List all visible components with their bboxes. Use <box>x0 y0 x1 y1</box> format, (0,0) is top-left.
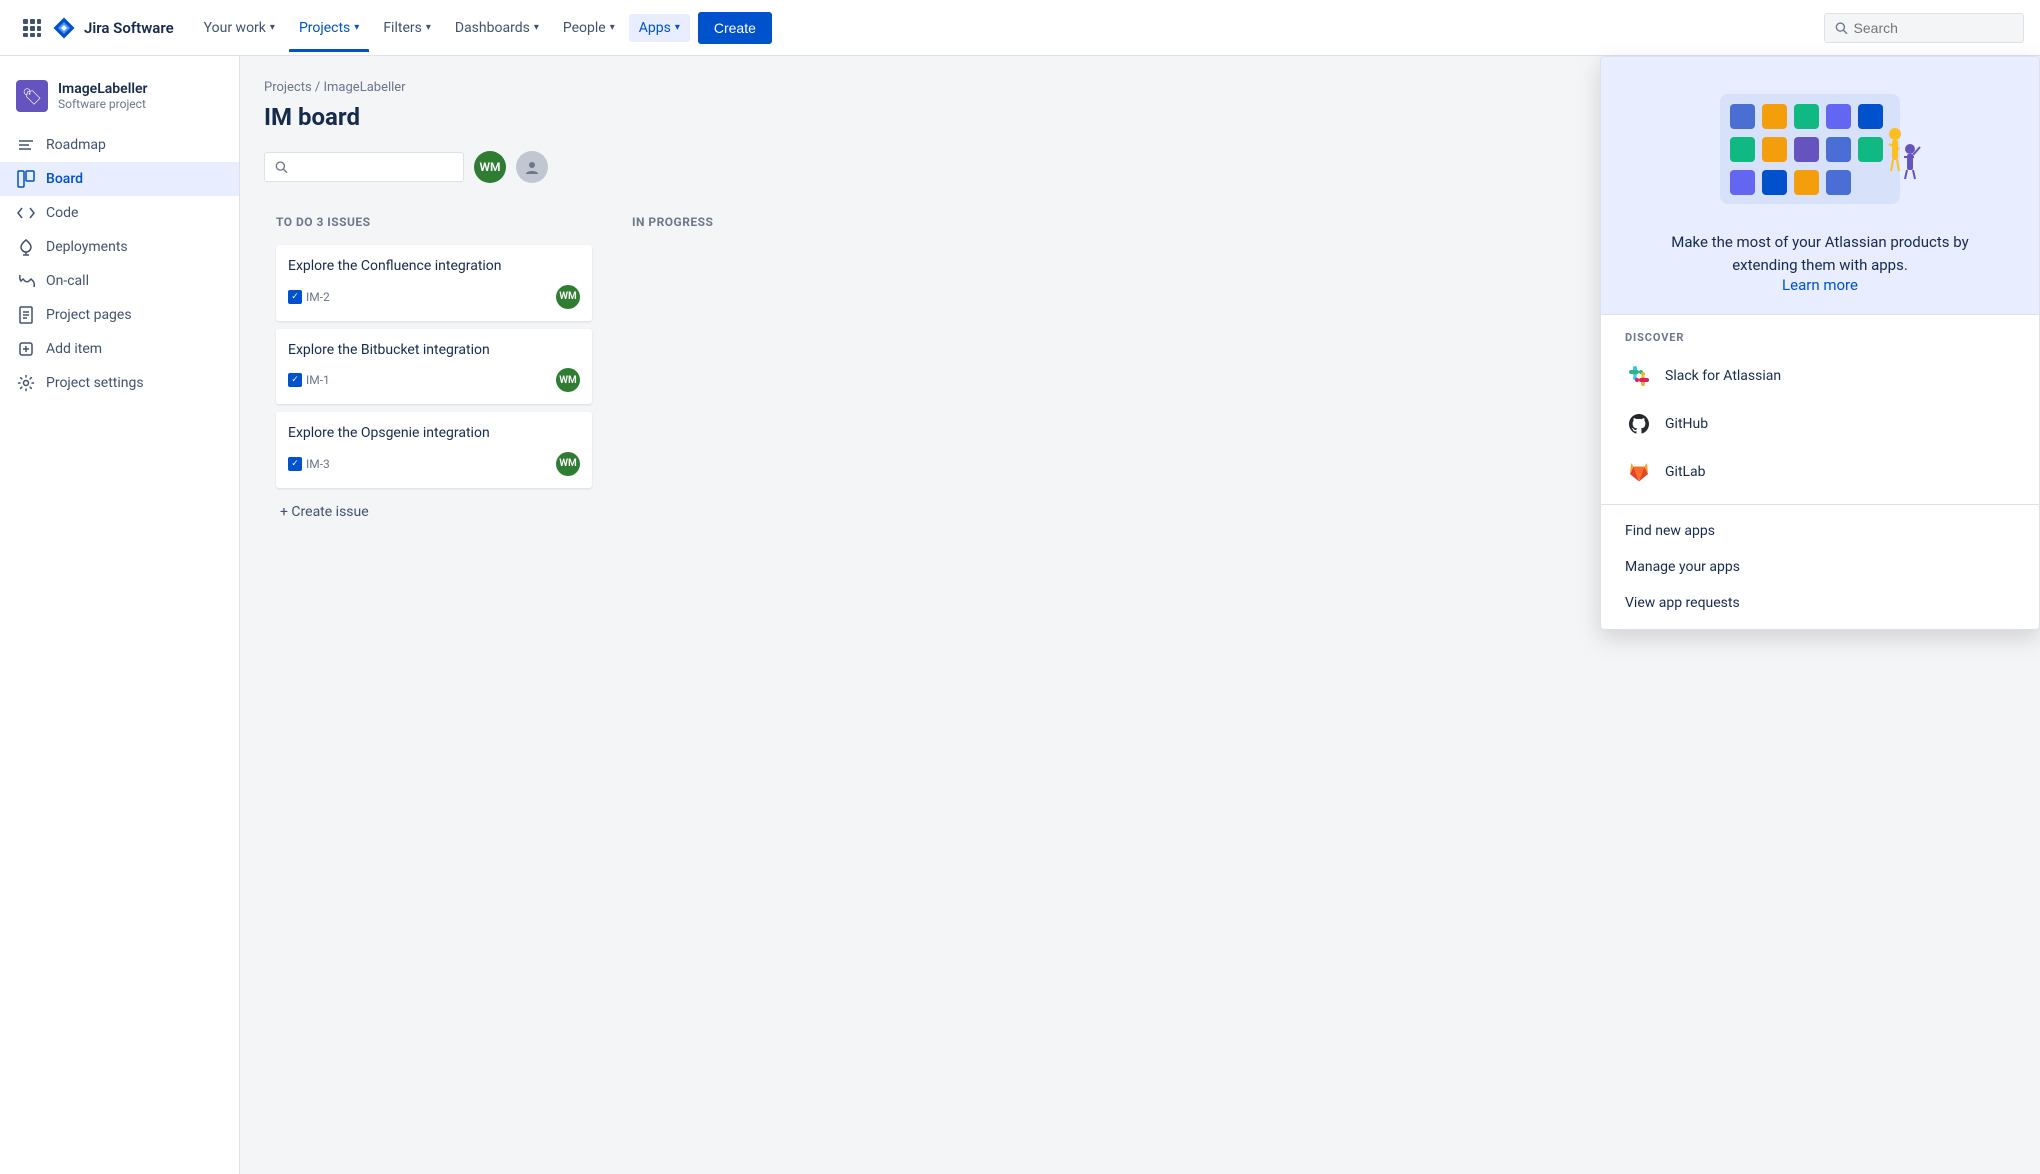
sidebar-item-deployments[interactable]: Deployments <box>0 230 239 264</box>
issue-card-im2[interactable]: Explore the Confluence integration ✓ IM-… <box>276 245 592 321</box>
apps-discover-item-github[interactable]: GitHub <box>1601 400 2039 448</box>
search-icon <box>1835 21 1848 35</box>
chevron-down-icon: ▾ <box>534 22 539 33</box>
project-name: ImageLabeller <box>58 81 148 97</box>
issue-title: Explore the Bitbucket integration <box>288 341 580 361</box>
issue-title: Explore the Confluence integration <box>288 257 580 277</box>
sidebar-item-board[interactable]: Board <box>0 162 239 196</box>
nav-dashboards[interactable]: Dashboards ▾ <box>445 14 549 42</box>
add-icon <box>16 340 36 358</box>
issue-card-im1[interactable]: Explore the Bitbucket integration ✓ IM-1… <box>276 329 592 405</box>
topnav: Jira Software Your work ▾ Projects ▾ Fil… <box>0 0 2040 56</box>
apps-discover-item-gitlab[interactable]: GitLab <box>1601 448 2039 496</box>
column-header-todo: TO DO 3 ISSUES <box>276 211 592 233</box>
nav-filters[interactable]: Filters ▾ <box>373 14 441 42</box>
issue-id-im3: ✓ IM-3 <box>288 457 330 471</box>
sidebar: 🏷 ImageLabeller Software project Roadmap… <box>0 56 240 1174</box>
sidebar-item-project-settings[interactable]: Project settings <box>0 366 239 400</box>
github-label: GitHub <box>1665 416 1708 432</box>
board-search-box[interactable] <box>264 152 464 182</box>
nav-projects[interactable]: Projects ▾ <box>289 14 369 42</box>
project-header: 🏷 ImageLabeller Software project <box>0 72 239 128</box>
project-type: Software project <box>58 97 148 111</box>
settings-icon <box>16 374 36 392</box>
discover-label: DISCOVER <box>1601 315 2039 352</box>
sidebar-item-label: Project pages <box>46 307 132 323</box>
deployments-icon <box>16 238 36 256</box>
apps-dropdown: Make the most of your Atlassian products… <box>1600 56 2040 630</box>
breadcrumb-projects-link[interactable]: Projects <box>264 80 312 95</box>
oncall-icon <box>16 272 36 290</box>
create-button[interactable]: Create <box>698 12 772 44</box>
search-icon <box>275 160 288 174</box>
issue-type-icon: ✓ <box>288 373 302 387</box>
pages-icon <box>16 306 36 324</box>
issue-title: Explore the Opsgenie integration <box>288 424 580 444</box>
sidebar-item-oncall[interactable]: On-call <box>0 264 239 298</box>
slack-label: Slack for Atlassian <box>1665 368 1781 384</box>
slack-icon <box>1625 362 1653 390</box>
sidebar-item-label: Project settings <box>46 375 144 391</box>
sidebar-item-label: On-call <box>46 273 89 289</box>
chevron-down-icon: ▾ <box>675 22 680 33</box>
column-inprogress: IN PROGRESS <box>620 199 820 257</box>
sidebar-item-label: Deployments <box>46 239 128 255</box>
gitlab-label: GitLab <box>1665 464 1706 480</box>
apps-learn-more-link[interactable]: Learn more <box>1782 276 1858 294</box>
issue-type-icon: ✓ <box>288 457 302 471</box>
nav-people[interactable]: People ▾ <box>553 14 625 42</box>
logo-text: Jira Software <box>84 19 174 37</box>
issue-id-im2: ✓ IM-2 <box>288 290 330 304</box>
board-icon <box>16 170 36 188</box>
gitlab-icon <box>1625 458 1653 486</box>
chevron-down-icon: ▾ <box>270 22 275 33</box>
nav-apps[interactable]: Apps ▾ <box>629 14 690 42</box>
search-input[interactable] <box>1854 20 2013 36</box>
avatar-assignee: WM <box>556 452 580 476</box>
grid-menu-icon[interactable] <box>16 12 48 44</box>
avatar-unassigned[interactable] <box>516 151 548 183</box>
issue-card-im3[interactable]: Explore the Opsgenie integration ✓ IM-3 … <box>276 412 592 488</box>
sidebar-item-label: Code <box>46 205 78 221</box>
apps-discover-item-slack[interactable]: Slack for Atlassian <box>1601 352 2039 400</box>
view-app-requests-link[interactable]: View app requests <box>1601 585 2039 621</box>
sidebar-item-add-item[interactable]: Add item <box>0 332 239 366</box>
roadmap-icon <box>16 136 36 154</box>
apps-hero-text: Make the most of your Atlassian products… <box>1660 231 1980 276</box>
project-icon: 🏷 <box>16 80 48 112</box>
apps-body: DISCOVER Slack for Atlassian <box>1601 315 2039 629</box>
column-header-inprogress: IN PROGRESS <box>632 211 808 233</box>
column-todo: TO DO 3 ISSUES Explore the Confluence in… <box>264 199 604 540</box>
nav-your-work[interactable]: Your work ▾ <box>194 14 285 42</box>
issue-id-im1: ✓ IM-1 <box>288 373 330 387</box>
github-icon <box>1625 410 1653 438</box>
chevron-down-icon: ▾ <box>354 22 359 33</box>
sidebar-item-label: Roadmap <box>46 137 106 153</box>
sidebar-item-label: Board <box>46 171 83 187</box>
apps-divider <box>1601 504 2039 505</box>
sidebar-item-project-pages[interactable]: Project pages <box>0 298 239 332</box>
create-issue-button[interactable]: + Create issue <box>276 496 592 528</box>
apps-hero-illustration <box>1710 89 1930 219</box>
board-search-input[interactable] <box>294 159 453 175</box>
sidebar-item-roadmap[interactable]: Roadmap <box>0 128 239 162</box>
find-new-apps-link[interactable]: Find new apps <box>1601 513 2039 549</box>
code-icon <box>16 204 36 222</box>
issue-type-icon: ✓ <box>288 290 302 304</box>
jira-logo[interactable]: Jira Software <box>52 16 174 40</box>
avatar-assignee: WM <box>556 368 580 392</box>
search-box[interactable] <box>1824 13 2024 43</box>
sidebar-item-code[interactable]: Code <box>0 196 239 230</box>
avatar-wm[interactable]: WM <box>474 151 506 183</box>
manage-your-apps-link[interactable]: Manage your apps <box>1601 549 2039 585</box>
chevron-down-icon: ▾ <box>610 22 615 33</box>
apps-hero: Make the most of your Atlassian products… <box>1601 57 2039 314</box>
breadcrumb-project-link[interactable]: ImageLabeller <box>324 80 406 95</box>
chevron-down-icon: ▾ <box>426 22 431 33</box>
sidebar-item-label: Add item <box>46 341 102 357</box>
avatar-assignee: WM <box>556 285 580 309</box>
